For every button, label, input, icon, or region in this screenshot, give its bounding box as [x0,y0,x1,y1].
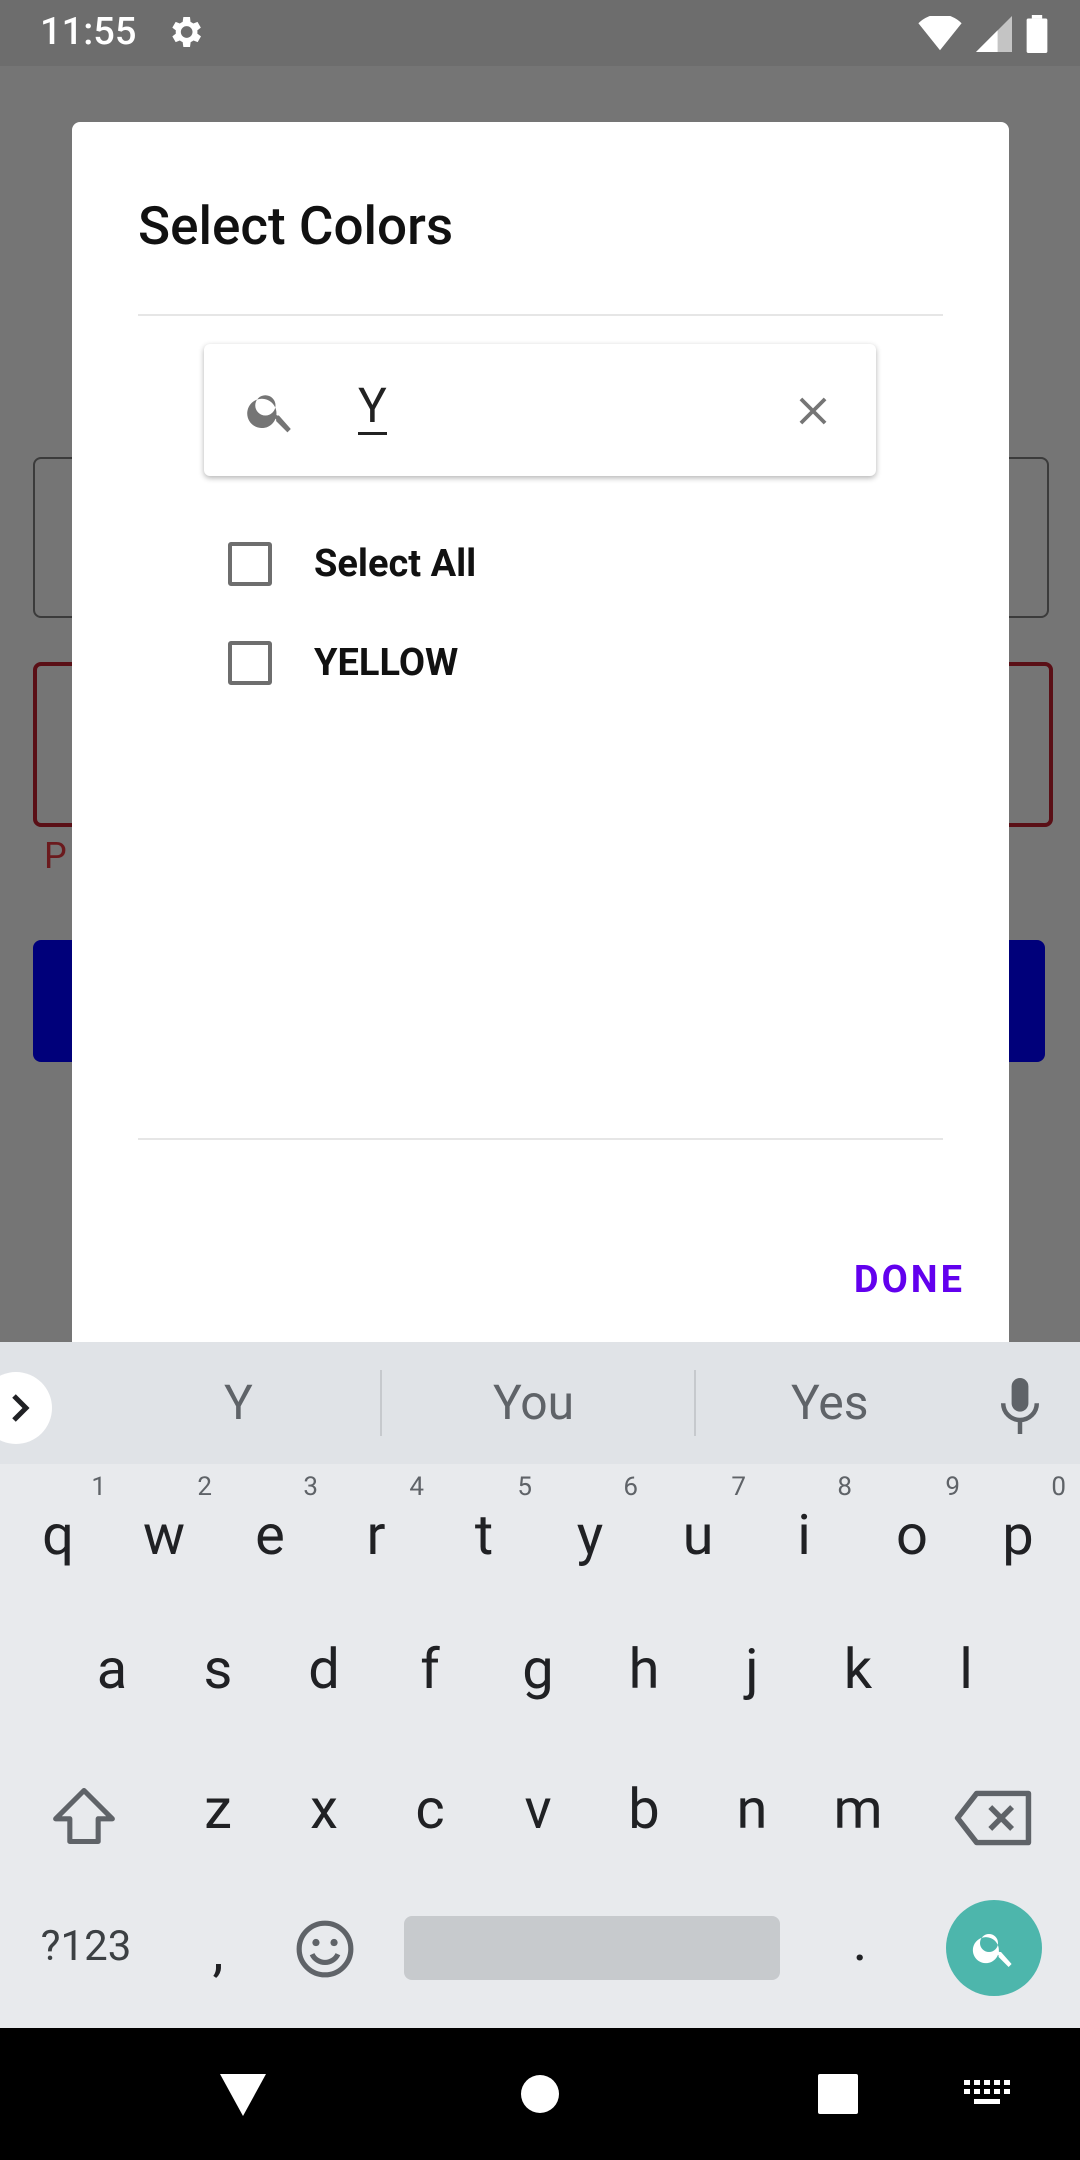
key-l[interactable]: l [926,1636,1006,1702]
home-icon[interactable] [520,2074,560,2114]
clear-icon[interactable] [790,388,836,434]
navigation-bar [0,2028,1080,2160]
key-e[interactable]: e3 [230,1472,318,1568]
key-p[interactable]: p0 [978,1472,1066,1568]
shift-icon[interactable] [50,1782,118,1850]
key-y[interactable]: y6 [550,1472,638,1568]
toolbar-toggle-button[interactable] [0,1372,52,1444]
key-n[interactable]: n [712,1776,792,1842]
key-r[interactable]: r4 [336,1472,425,1568]
search-icon [972,1934,1012,1967]
suggestion-1[interactable]: Y [224,1374,253,1431]
key-comma[interactable]: , [178,1918,258,1984]
bottom-divider [138,1138,943,1140]
key-o[interactable]: o9 [872,1472,960,1568]
suggestion-divider [694,1370,696,1436]
key-t[interactable]: t5 [444,1472,532,1568]
search-input[interactable]: Y [358,382,387,435]
emoji-icon[interactable] [294,1918,356,1980]
option-select-all[interactable]: Select All [228,542,476,586]
key-z[interactable]: z [178,1776,258,1842]
space-bar[interactable] [404,1916,780,1980]
settings-icon [172,17,201,47]
key-s[interactable]: s [178,1636,258,1702]
select-colors-dialog: Select Colors Y Select All YELLOW DONE [72,122,1009,1342]
key-i[interactable]: i8 [764,1472,852,1568]
key-u[interactable]: u7 [658,1472,746,1568]
chevron-right-icon [12,1394,30,1422]
search-action-button[interactable] [946,1900,1042,1996]
search-box[interactable]: Y [204,344,876,476]
soft-keyboard: Y You Yes q1 w2 e3 r4 t5 y6 u7 i8 o9 p0 … [0,1342,1080,2028]
option-yellow[interactable]: YELLOW [228,641,458,685]
microphone-icon[interactable] [1000,1378,1040,1434]
back-icon[interactable] [218,2072,268,2118]
recents-icon[interactable] [818,2074,858,2114]
suggestion-2[interactable]: You [493,1374,574,1431]
status-icons [918,14,1048,54]
key-period[interactable]: . [820,1908,900,1974]
key-g[interactable]: g [498,1636,578,1702]
key-f[interactable]: f [390,1636,470,1702]
key-d[interactable]: d [284,1636,364,1702]
status-time: 11:55 [40,10,137,54]
suggestion-bar: Y You Yes [0,1342,1080,1464]
select-all-checkbox[interactable] [228,542,272,586]
option-label: Select All [314,542,477,586]
key-a[interactable]: a [72,1636,152,1702]
search-icon [247,395,291,433]
yellow-checkbox[interactable] [228,641,272,685]
suggestion-3[interactable]: Yes [791,1374,869,1431]
backspace-icon[interactable] [952,1788,1034,1848]
done-button[interactable]: DONE [854,1258,965,1302]
key-x[interactable]: x [284,1776,364,1842]
key-w[interactable]: w2 [124,1472,212,1568]
key-q[interactable]: q1 [18,1472,106,1568]
key-v[interactable]: v [498,1776,578,1842]
dialog-title: Select Colors [138,195,454,257]
key-b[interactable]: b [604,1776,684,1842]
battery-icon [1026,15,1048,53]
background-error-text: P [44,835,67,877]
key-c[interactable]: c [390,1776,470,1842]
wifi-icon [918,16,962,51]
status-bar: 11:55 [0,0,1080,66]
key-m[interactable]: m [818,1776,898,1842]
option-label: YELLOW [314,641,459,685]
key-h[interactable]: h [604,1636,684,1702]
top-divider [138,314,943,316]
suggestion-divider [380,1370,382,1436]
cell-signal-icon [976,16,1012,52]
symbols-key[interactable]: ?123 [38,1922,134,1971]
key-j[interactable]: j [712,1636,792,1702]
key-k[interactable]: k [818,1636,898,1702]
keyboard-switch-icon[interactable] [964,2080,1010,2110]
